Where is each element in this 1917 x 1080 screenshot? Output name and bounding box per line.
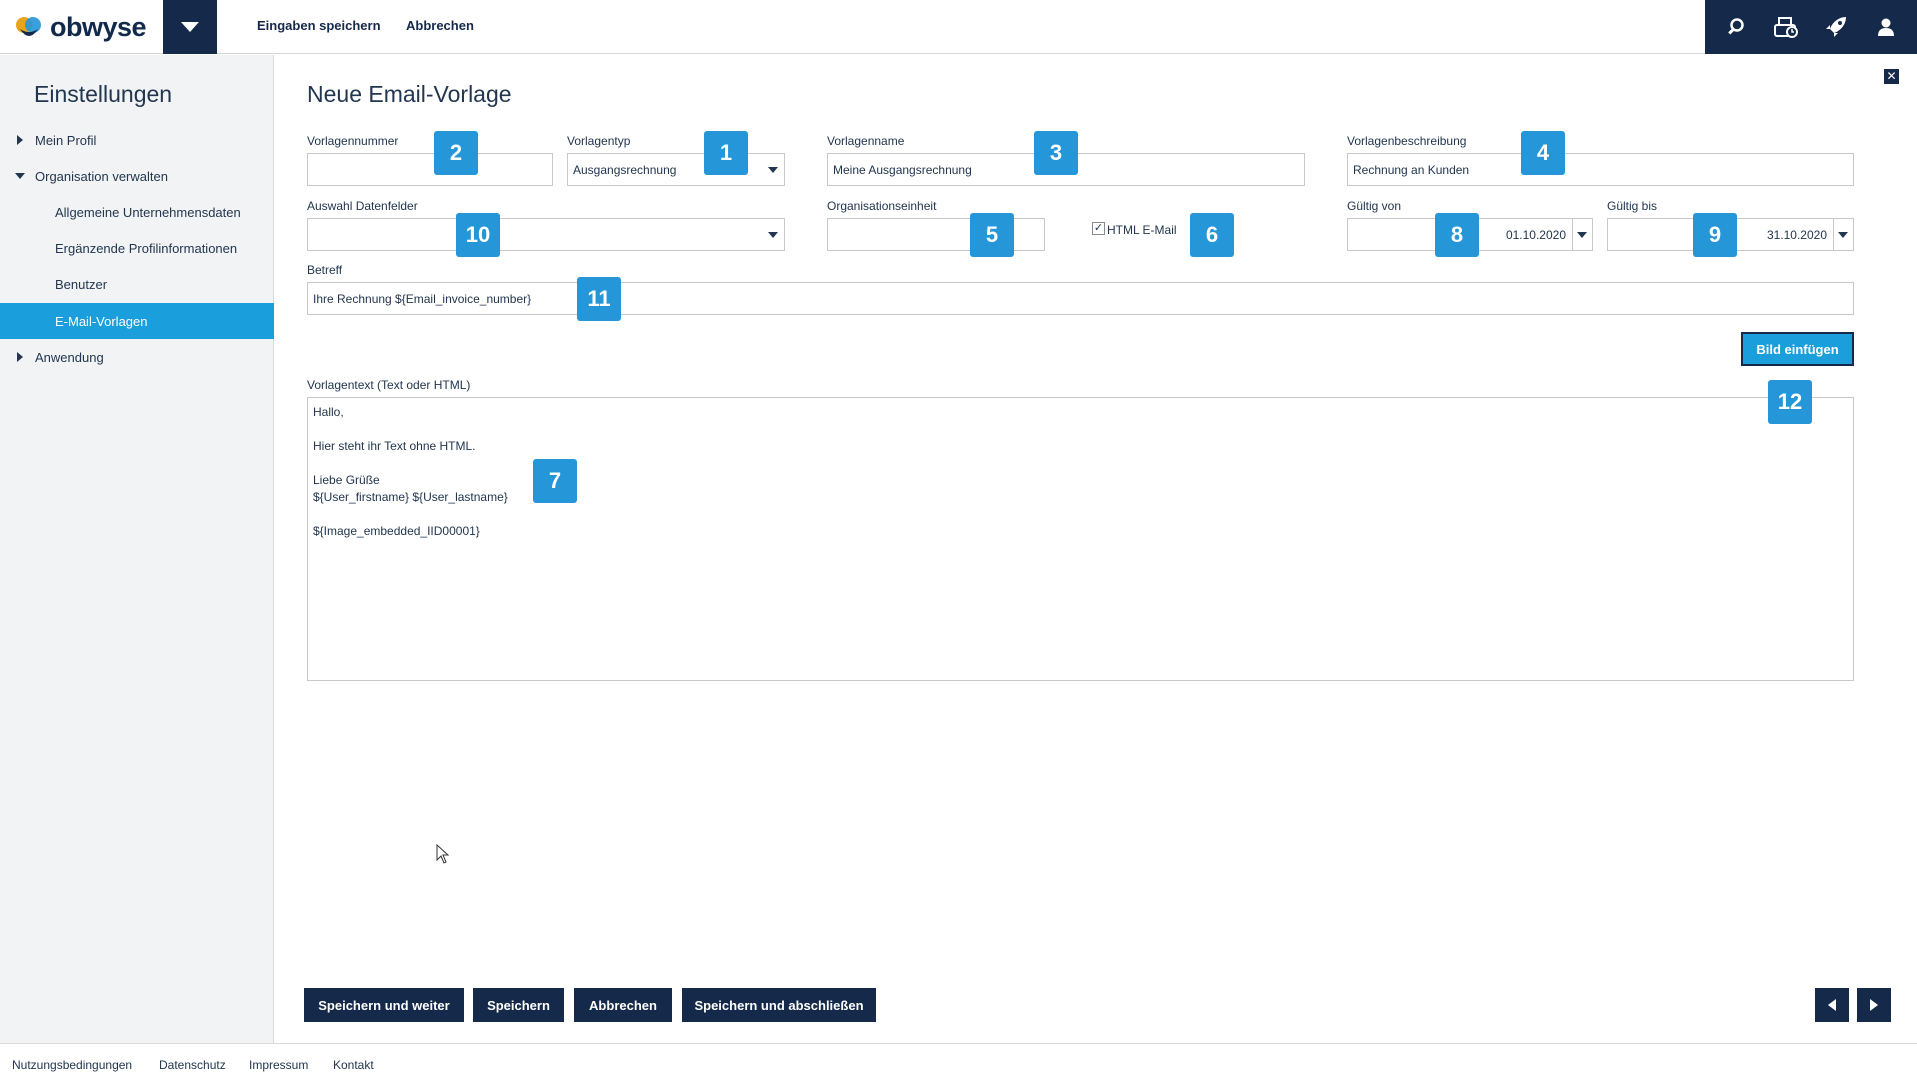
top-bar: obwyse Eingaben speichern Abbrechen — [0, 0, 1917, 54]
cancel-button[interactable]: Abbrechen — [574, 988, 672, 1022]
datenfelder-label: Auswahl Datenfelder — [307, 199, 418, 213]
footer: Nutzungsbedingungen Datenschutz Impressu… — [0, 1043, 1917, 1080]
organisationseinheit-label: Organisationseinheit — [827, 199, 937, 213]
annotation-badge: 11 — [577, 277, 621, 321]
chevron-down-icon — [768, 232, 778, 238]
search-icon[interactable] — [1716, 7, 1756, 47]
annotation-badge: 10 — [456, 213, 500, 257]
vorlagentyp-label: Vorlagentyp — [567, 134, 631, 148]
mouse-cursor-icon — [436, 844, 450, 864]
top-actions — [1705, 0, 1917, 54]
footer-link-datenschutz[interactable]: Datenschutz — [159, 1058, 226, 1072]
logo-text: obwyse — [50, 11, 147, 42]
annotation-badge: 8 — [1435, 213, 1479, 257]
logo[interactable]: obwyse — [14, 11, 147, 43]
save-close-button[interactable]: Speichern und abschließen — [682, 988, 876, 1022]
arrow-right-icon — [1870, 999, 1878, 1011]
vorlagennummer-label: Vorlagennummer — [307, 134, 399, 148]
save-continue-button[interactable]: Speichern und weiter — [304, 988, 464, 1022]
vorlagentyp-value: Ausgangsrechnung — [573, 162, 677, 177]
chevron-down-icon — [768, 167, 778, 173]
gueltig-bis-value: 31.10.2020 — [1766, 227, 1827, 242]
annotation-badge: 9 — [1693, 213, 1737, 257]
next-button[interactable] — [1857, 988, 1891, 1022]
sidebar-item-organisation[interactable]: Organisation verwalten — [0, 158, 274, 194]
betreff-input[interactable]: Ihre Rechnung ${Email_invoice_number} — [307, 282, 1854, 315]
user-icon[interactable] — [1866, 7, 1906, 47]
date-picker-button[interactable] — [1572, 219, 1592, 250]
sidebar: Einstellungen Mein Profil Organisation v… — [0, 55, 274, 1043]
annotation-badge: 7 — [533, 459, 577, 503]
footer-link-kontakt[interactable]: Kontakt — [333, 1058, 374, 1072]
gueltig-bis-label: Gültig bis — [1607, 199, 1658, 213]
insert-image-button[interactable]: Bild einfügen — [1741, 332, 1854, 366]
body-textarea[interactable]: Hallo, Hier steht ihr Text ohne HTML. Li… — [307, 397, 1854, 681]
chevron-down-icon — [1577, 232, 1587, 238]
sidebar-item-profilinformationen[interactable]: Ergänzende Profilinformationen — [0, 230, 274, 266]
gueltig-von-label: Gültig von — [1347, 199, 1402, 213]
vorlagennummer-input[interactable] — [307, 153, 553, 186]
caret-down-icon — [15, 173, 25, 179]
annotation-badge: 4 — [1521, 131, 1565, 175]
annotation-badge: 1 — [704, 131, 748, 175]
betreff-label: Betreff — [307, 263, 343, 277]
annotation-badge: 12 — [1768, 380, 1812, 424]
save-button[interactable]: Speichern — [473, 988, 564, 1022]
cancel-link[interactable]: Abbrechen — [406, 18, 474, 33]
sidebar-item-benutzer[interactable]: Benutzer — [0, 266, 274, 302]
html-email-checkbox[interactable]: ✓ — [1092, 222, 1105, 235]
vorlagenbeschreibung-input[interactable]: Rechnung an Kunden — [1347, 153, 1854, 186]
datenfelder-select[interactable] — [307, 218, 785, 251]
sidebar-item-anwendung[interactable]: Anwendung — [0, 339, 274, 375]
annotation-badge: 2 — [434, 131, 478, 175]
footer-link-impressum[interactable]: Impressum — [249, 1058, 308, 1072]
logo-icon — [16, 17, 41, 36]
arrow-left-icon — [1828, 999, 1836, 1011]
body-label: Vorlagentext (Text oder HTML) — [307, 378, 471, 392]
page-title: Neue Email-Vorlage — [307, 81, 512, 107]
cash-register-icon[interactable] — [1766, 7, 1806, 47]
sidebar-item-unternehmensdaten[interactable]: Allgemeine Unternehmensdaten — [0, 194, 274, 230]
menu-toggle-button[interactable] — [163, 0, 217, 54]
annotation-badge: 3 — [1034, 131, 1078, 175]
sidebar-title: Einstellungen — [34, 81, 173, 107]
footer-link-nutzungsbedingungen[interactable]: Nutzungsbedingungen — [12, 1058, 132, 1072]
date-picker-button[interactable] — [1833, 219, 1853, 250]
chevron-down-icon — [1838, 232, 1848, 238]
vorlagenbeschreibung-label: Vorlagenbeschreibung — [1347, 134, 1467, 148]
rocket-icon[interactable] — [1816, 7, 1856, 47]
close-icon[interactable]: ✕ — [1884, 69, 1899, 84]
caret-right-icon — [17, 352, 23, 362]
save-inputs-link[interactable]: Eingaben speichern — [257, 18, 381, 33]
annotation-badge: 5 — [970, 213, 1014, 257]
annotation-badge: 6 — [1190, 213, 1234, 257]
vorlagentyp-select[interactable]: Ausgangsrechnung — [567, 153, 785, 186]
sidebar-item-mein-profil[interactable]: Mein Profil — [0, 122, 274, 158]
caret-right-icon — [17, 135, 23, 145]
chevron-down-icon — [181, 22, 199, 32]
html-email-label: HTML E-Mail — [1107, 223, 1177, 237]
sidebar-item-email-vorlagen[interactable]: E-Mail-Vorlagen — [0, 303, 274, 339]
vorlagenname-label: Vorlagenname — [827, 134, 905, 148]
previous-button[interactable] — [1815, 988, 1849, 1022]
gueltig-von-value: 01.10.2020 — [1505, 227, 1566, 242]
